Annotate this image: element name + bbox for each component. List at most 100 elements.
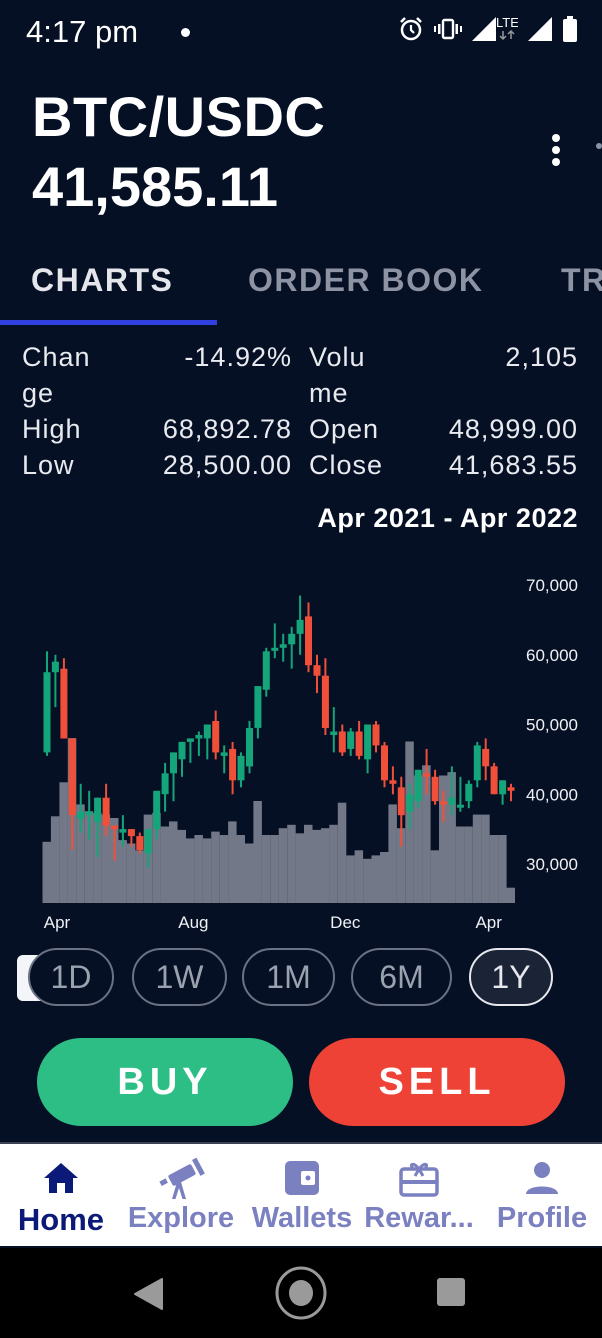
- candle: [431, 769, 439, 805]
- stat-row-high-open: High 68,892.78 Open 48,999.00: [22, 414, 582, 450]
- volume-bar: [337, 802, 347, 903]
- candle-body: [288, 633, 296, 645]
- tab-bar: CHARTS ORDER BOOK TR: [0, 256, 602, 326]
- high-label: High: [22, 414, 82, 444]
- more-options-button[interactable]: [546, 130, 566, 170]
- volume-bar: [126, 843, 136, 903]
- candle-body: [119, 829, 127, 833]
- candle: [364, 724, 372, 774]
- candle-body: [279, 644, 287, 648]
- candle-body: [111, 825, 118, 830]
- bottom-navigation: Home Explore Wallets Rewar... Profile: [0, 1142, 602, 1246]
- candle: [482, 738, 490, 781]
- recents-icon[interactable]: [436, 1277, 466, 1307]
- candle-body: [406, 794, 414, 812]
- volume-bar: [211, 831, 220, 903]
- volume-bar: [177, 829, 186, 903]
- candle-body: [220, 752, 228, 756]
- change-value: -14.92%: [184, 342, 292, 372]
- alarm-icon: [400, 17, 422, 41]
- candle-body: [161, 773, 169, 795]
- battery-icon: [563, 16, 577, 42]
- candle: [456, 776, 464, 812]
- candle: [347, 728, 355, 756]
- candle: [296, 595, 304, 655]
- lte-icon: LTE: [496, 15, 518, 41]
- volume-bar: [481, 814, 490, 903]
- candle-body: [431, 776, 439, 802]
- volume-bar: [455, 826, 465, 903]
- candle-body: [465, 783, 473, 802]
- range-1w-button[interactable]: 1W: [132, 948, 227, 1006]
- close-value: 41,683.55: [448, 450, 578, 480]
- volume-label: Volu: [309, 342, 366, 372]
- volume-bar: [270, 835, 279, 903]
- status-bar: 4:17 pm LTE: [0, 0, 602, 66]
- pair-price: 41,585.11: [32, 155, 279, 218]
- candle-body: [456, 804, 464, 808]
- candle: [490, 762, 498, 795]
- home-circle-icon[interactable]: [274, 1265, 328, 1321]
- change-label: Chan: [22, 342, 91, 372]
- candle-body: [127, 829, 135, 837]
- tab-order-book[interactable]: ORDER BOOK: [248, 262, 483, 299]
- range-1y-button[interactable]: 1Y: [469, 948, 553, 1006]
- candle-body: [397, 787, 405, 816]
- volume-bar: [472, 814, 482, 903]
- buy-button[interactable]: BUY: [37, 1038, 293, 1126]
- nav-explore[interactable]: Explore: [125, 1144, 237, 1248]
- volume-bar: [346, 855, 355, 903]
- x-tick-label: Aug: [178, 913, 208, 932]
- candle-body: [321, 675, 329, 728]
- candlestick-chart[interactable]: 30,000 40,000 50,000 60,000 70,000 Apr Aug Dec…: [0, 560, 602, 940]
- volume-bar: [50, 816, 60, 903]
- volume-bar: [304, 824, 313, 903]
- candle: [313, 654, 321, 694]
- candle: [499, 780, 507, 805]
- candle-body: [102, 797, 110, 826]
- candle: [288, 626, 296, 669]
- sell-button[interactable]: SELL: [309, 1038, 565, 1126]
- volume-bar: [464, 826, 473, 903]
- nav-profile[interactable]: Profile: [490, 1144, 594, 1248]
- candle-body: [448, 797, 456, 805]
- volume-bar: [245, 843, 254, 903]
- candle-body: [178, 741, 186, 760]
- range-6m-button[interactable]: 6M: [351, 948, 452, 1006]
- volume-label-wrap: me: [309, 378, 349, 408]
- system-navigation-bar: [0, 1248, 602, 1338]
- y-tick-label: 70,000: [526, 576, 578, 595]
- tab-trades[interactable]: TR: [561, 262, 602, 299]
- candle: [186, 738, 194, 763]
- candle-body: [136, 836, 144, 850]
- volume-bar: [185, 838, 195, 903]
- back-icon[interactable]: [132, 1277, 166, 1311]
- candle-body: [153, 790, 161, 830]
- candle-body: [77, 811, 85, 819]
- candle-body: [51, 661, 59, 673]
- y-tick-label: 60,000: [526, 646, 578, 665]
- candle-body: [229, 748, 237, 781]
- candle-body: [43, 672, 51, 753]
- open-value: 48,999.00: [448, 414, 578, 444]
- volume-bar: [278, 828, 288, 903]
- more-vertical-icon: [552, 134, 560, 142]
- volume-bar: [202, 838, 212, 903]
- range-1m-button[interactable]: 1M: [242, 948, 335, 1006]
- nav-wallets[interactable]: Wallets: [246, 1144, 358, 1248]
- candle: [473, 741, 481, 788]
- candle-body: [60, 668, 68, 739]
- candle: [161, 762, 169, 812]
- wallet-icon: [285, 1161, 319, 1195]
- gift-card-icon: [399, 1162, 439, 1197]
- candle: [51, 654, 59, 708]
- range-1d-button[interactable]: 1D: [28, 948, 114, 1006]
- nav-rewards[interactable]: Rewar...: [362, 1144, 476, 1248]
- volume-bar: [42, 841, 51, 903]
- candle-body: [482, 748, 490, 767]
- candle-body: [212, 721, 220, 753]
- candle: [229, 741, 237, 795]
- nav-home[interactable]: Home: [10, 1144, 112, 1248]
- tab-charts[interactable]: CHARTS: [31, 262, 173, 299]
- more-vertical-icon-dot: [552, 146, 560, 154]
